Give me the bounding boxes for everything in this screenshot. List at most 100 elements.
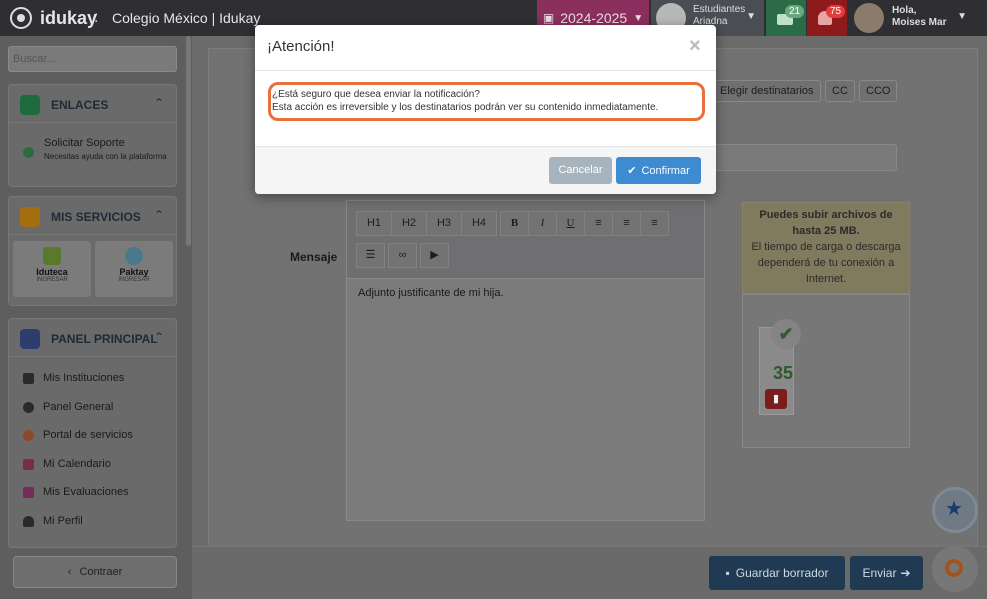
chevron-down-icon: ▼ [633, 12, 644, 24]
nav-item-instituciones[interactable]: Mis Instituciones [23, 372, 124, 384]
role-label: Estudiantes [693, 4, 746, 15]
nav-item-evaluaciones[interactable]: Mis Evaluaciones [23, 486, 129, 498]
choose-recipients-button[interactable]: Elegir destinatarios [713, 80, 821, 102]
message-body: Adjunto justificante de mi hija. [358, 287, 504, 299]
close-icon[interactable]: × [689, 36, 701, 56]
link-icon[interactable]: ∞ [388, 243, 417, 268]
main-panel-header[interactable]: PANEL PRINCIPAL ⌃ [9, 319, 176, 357]
services-panel-title: MIS SERVICIOS [51, 210, 141, 224]
idukay-logo-icon[interactable] [10, 7, 32, 29]
user-icon [23, 515, 34, 527]
send-label: Enviar [862, 566, 897, 580]
messages-badge: 21 [785, 5, 805, 18]
nav-label: Panel General [43, 401, 114, 413]
confirm-label: Confirmar [641, 164, 690, 177]
list-icon[interactable]: ☰ [356, 243, 385, 268]
sidebar-search-input[interactable]: Buscar... [8, 46, 177, 72]
assistant-button[interactable] [932, 546, 978, 592]
h4-button[interactable]: H4 [461, 211, 497, 236]
services-panel-header[interactable]: MIS SERVICIOS ⌃ [9, 197, 176, 235]
confirm-button[interactable]: ✔ Confirmar [616, 157, 701, 184]
support-link[interactable]: Solicitar Soporte [44, 137, 125, 149]
h2-button[interactable]: H2 [391, 211, 427, 236]
confirmation-dialog: ¡Atención! × ¿Está seguro que desea envi… [255, 25, 716, 194]
sidebar-scrollbar[interactable] [186, 36, 191, 246]
save-draft-label: Guardar borrador [735, 566, 829, 580]
italic-button[interactable]: I [528, 211, 557, 236]
file-size: 35 [773, 363, 794, 383]
nav-label: Mi Calendario [43, 458, 111, 470]
upload-note-text: El tiempo de carga o descarga dependerá … [751, 241, 901, 285]
external-link-icon [20, 95, 40, 115]
grid-icon [20, 207, 40, 227]
send-button[interactable]: Enviar ➔ [850, 556, 923, 590]
chevron-up-icon: ⌃ [153, 96, 164, 110]
services-panel: MIS SERVICIOS ⌃ Iduteca INGRESAR Paktay … [8, 196, 177, 306]
save-icon: ▪ [725, 566, 730, 580]
bold-button[interactable]: B [500, 211, 529, 236]
collapse-label: Contraer [79, 566, 123, 578]
video-icon[interactable]: ▶ [420, 243, 449, 268]
check-icon: ✔ [771, 319, 801, 349]
service-iduteca[interactable]: Iduteca INGRESAR [13, 241, 91, 297]
service-action: INGRESAR [36, 277, 68, 283]
save-draft-button[interactable]: ▪ Guardar borrador [709, 556, 845, 590]
message-editor[interactable]: H1 H2 H3 H4 B I U ≡ ≡ ≡ ☰ ∞ ▶ Adjunto ju… [346, 200, 705, 521]
editor-toolbar: H1 H2 H3 H4 B I U ≡ ≡ ≡ ☰ ∞ ▶ [347, 201, 704, 279]
collapse-sidebar-button[interactable]: ‹ Contraer [13, 556, 177, 588]
nav-item-calendario[interactable]: Mi Calendario [23, 458, 111, 470]
dashboard-icon [20, 329, 40, 349]
service-paktay[interactable]: Paktay INGRESAR [95, 241, 173, 297]
underline-button[interactable]: U [556, 211, 585, 236]
nav-label: Mi Perfil [43, 515, 83, 527]
nav-label: Mis Evaluaciones [43, 486, 129, 498]
notifications-button[interactable]: 75 [807, 0, 847, 36]
institution-icon [23, 372, 34, 384]
messages-button[interactable]: 21 [766, 0, 806, 36]
favorites-button[interactable]: ★ [932, 487, 978, 533]
support-description: Necesitas ayuda con la plataforma [44, 152, 167, 161]
service-action: INGRESAR [118, 277, 150, 283]
align-center-icon[interactable]: ≡ [612, 211, 641, 236]
nav-item-portal-servicios[interactable]: Portal de servicios [23, 429, 133, 441]
h3-button[interactable]: H3 [426, 211, 462, 236]
support-icon [23, 147, 34, 158]
upload-note-title: Puedes subir archivos de hasta 25 MB. [759, 209, 893, 237]
sidebar: Buscar... ENLACES ⌃ Solicitar Soporte Ne… [0, 36, 192, 599]
star-icon: ★ [945, 498, 963, 520]
main-panel: PANEL PRINCIPAL ⌃ Mis Instituciones Pane… [8, 318, 177, 548]
nav-label: Portal de servicios [43, 429, 133, 441]
portal-icon [23, 429, 34, 441]
service-name: Paktay [119, 267, 149, 277]
user-name: Moises Mar [892, 17, 947, 28]
cc-button[interactable]: CC [825, 80, 855, 102]
gauge-icon [23, 401, 34, 413]
nav-item-perfil[interactable]: Mi Perfil [23, 515, 83, 527]
upload-area[interactable]: ✔ 35 ▮ [742, 294, 910, 448]
service-name: Iduteca [36, 267, 68, 277]
h1-button[interactable]: H1 [356, 211, 392, 236]
school-name: Colegio México | Idukay [112, 10, 261, 26]
user-menu[interactable]: Hola, Moises Mar ▼ [848, 0, 973, 36]
cancel-button[interactable]: Cancelar [549, 157, 612, 184]
greeting: Hola, [892, 5, 917, 16]
cco-button[interactable]: CCO [859, 80, 898, 102]
chevron-up-icon: ⌃ [153, 208, 164, 222]
links-panel-title: ENLACES [51, 98, 109, 112]
notifications-badge: 75 [826, 5, 846, 18]
main-panel-title: PANEL PRINCIPAL [51, 332, 158, 346]
calendar-icon [23, 458, 34, 470]
brand-separator: : [94, 9, 99, 26]
dialog-divider [255, 70, 716, 71]
align-right-icon[interactable]: ≡ [640, 211, 669, 236]
chevron-left-icon: ‹ [67, 566, 72, 578]
evaluation-icon [23, 486, 34, 498]
chevron-down-icon: ▼ [746, 11, 756, 22]
dialog-warning: Esta acción es irreversible y los destin… [272, 102, 659, 113]
align-left-icon[interactable]: ≡ [584, 211, 613, 236]
dialog-footer: Cancelar ✔ Confirmar [255, 146, 716, 194]
upload-note: Puedes subir archivos de hasta 25 MB. El… [742, 202, 910, 294]
trash-icon[interactable]: ▮ [765, 389, 787, 409]
nav-item-panel-general[interactable]: Panel General [23, 401, 113, 413]
links-panel-header[interactable]: ENLACES ⌃ [9, 85, 176, 123]
